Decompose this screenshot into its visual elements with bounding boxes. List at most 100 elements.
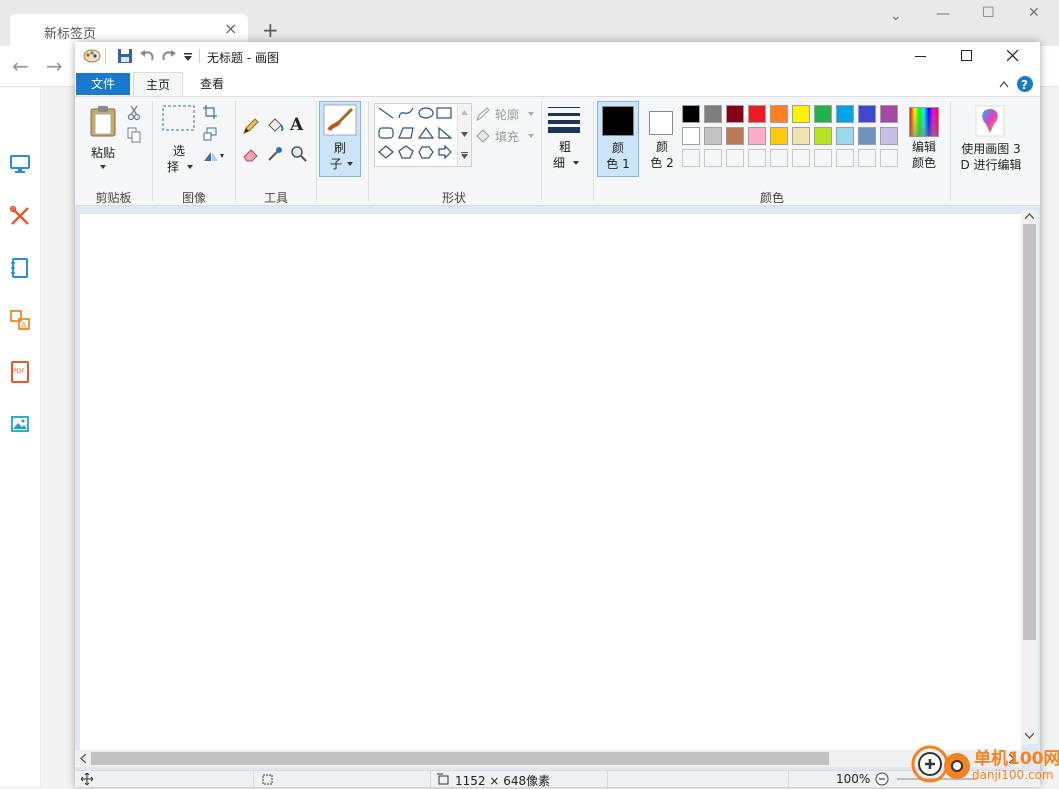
palette-color-swatch[interactable] (858, 105, 876, 123)
palette-color-swatch[interactable] (682, 105, 700, 123)
paint-maximize-button[interactable] (961, 50, 973, 62)
horizontal-scroll-thumb[interactable] (91, 752, 829, 765)
forward-button[interactable]: → (46, 54, 63, 78)
new-tab-button[interactable]: + (262, 18, 279, 42)
colors-group-label: 颜色 (759, 191, 784, 205)
pencil-icon[interactable] (242, 117, 260, 135)
palette-custom-slot[interactable] (726, 149, 744, 167)
palette-custom-slot[interactable] (792, 149, 810, 167)
customize-quick-access-icon[interactable] (183, 52, 193, 62)
color1-button[interactable]: 颜 色 1 (597, 101, 639, 177)
palette-custom-slot[interactable] (880, 149, 898, 167)
copy-icon[interactable] (127, 127, 141, 143)
horizontal-scrollbar[interactable] (75, 750, 1021, 767)
tab-close-button[interactable]: × (224, 19, 237, 38)
shapes-gallery-scrollbar[interactable] (457, 104, 471, 166)
fill-bucket-icon[interactable] (266, 117, 284, 135)
rotate-icon[interactable] (203, 149, 225, 163)
palette-color-swatch[interactable] (770, 127, 788, 145)
shapes-gallery[interactable] (374, 103, 472, 167)
tools-icon[interactable] (9, 205, 31, 227)
palette-color-swatch[interactable] (748, 105, 766, 123)
edit-with-paint3d-button[interactable]: 使用画图 3 D 进行编辑 (952, 103, 1030, 179)
palette-custom-slot[interactable] (748, 149, 766, 167)
browser-close-button[interactable]: ✕ (1028, 5, 1040, 21)
status-divider (788, 771, 789, 787)
help-icon[interactable]: ? (1016, 75, 1034, 93)
paste-button[interactable]: 粘贴 (83, 103, 123, 175)
palette-color-swatch[interactable] (704, 105, 722, 123)
paint3d-icon (975, 105, 1005, 137)
text-tool-button[interactable]: A (290, 115, 303, 135)
cursor-position-icon (81, 773, 93, 785)
palette-custom-slot[interactable] (836, 149, 854, 167)
tab-home[interactable]: 主页 (133, 72, 183, 96)
palette-custom-slot[interactable] (682, 149, 700, 167)
palette-color-swatch[interactable] (770, 105, 788, 123)
save-icon[interactable] (117, 48, 133, 64)
vertical-scrollbar[interactable] (1021, 210, 1038, 744)
palette-color-swatch[interactable] (858, 127, 876, 145)
eraser-icon[interactable] (242, 145, 260, 163)
palette-color-swatch[interactable] (836, 127, 854, 145)
monitor-icon[interactable] (9, 153, 31, 175)
scroll-left-icon[interactable] (80, 754, 86, 763)
scroll-down-icon[interactable] (1025, 733, 1034, 739)
paint-close-button[interactable] (1007, 50, 1019, 62)
resize-icon[interactable] (203, 127, 217, 141)
palette-color-swatch[interactable] (792, 105, 810, 123)
palette-color-swatch[interactable] (814, 127, 832, 145)
palette-color-swatch[interactable] (792, 127, 810, 145)
palette-color-swatch[interactable] (726, 127, 744, 145)
minimize-ribbon-icon[interactable] (999, 80, 1009, 88)
palette-custom-slot[interactable] (770, 149, 788, 167)
edit-colors-label-line1: 编辑 (911, 140, 936, 154)
zoom-out-button[interactable] (875, 772, 889, 786)
palette-custom-slot[interactable] (858, 149, 876, 167)
paint-minimize-button[interactable] (915, 50, 927, 62)
browser-maximize-button[interactable]: ☐ (982, 5, 995, 21)
drawing-canvas[interactable] (80, 214, 1021, 752)
crop-icon[interactable] (203, 105, 217, 119)
edit-colors-button[interactable]: 编辑 颜色 (904, 103, 944, 175)
palette-color-swatch[interactable] (682, 127, 700, 145)
palette-color-swatch[interactable] (880, 127, 898, 145)
browser-sidebar: A PDF (0, 87, 41, 786)
vertical-scroll-thumb[interactable] (1023, 224, 1036, 640)
undo-icon[interactable] (139, 48, 155, 64)
palette-color-swatch[interactable] (814, 105, 832, 123)
image-group-label: 图像 (181, 191, 206, 205)
tab-file[interactable]: 文件 (76, 73, 130, 95)
palette-color-swatch[interactable] (748, 127, 766, 145)
color-picker-icon[interactable] (266, 145, 284, 163)
rainbow-icon (909, 107, 939, 137)
magnifier-icon[interactable] (290, 145, 308, 163)
palette-custom-slot[interactable] (704, 149, 722, 167)
ribbon-home: 粘贴 剪贴板 选 择 图像 A 工具 刷 子 轮廓 填充 形状 粗 细 颜 色 … (75, 96, 1040, 206)
outline-button[interactable]: 轮廓 (475, 105, 535, 123)
translate-icon[interactable]: A (9, 309, 31, 331)
paint-app-icon (83, 49, 101, 63)
browser-minimize-button[interactable]: — (936, 6, 950, 22)
pdf-icon[interactable]: PDF (11, 361, 29, 383)
color2-button[interactable]: 颜 色 2 (642, 101, 682, 177)
image-group: 选 择 图像 (153, 97, 235, 207)
palette-custom-slot[interactable] (814, 149, 832, 167)
cut-icon[interactable] (127, 105, 141, 121)
scroll-up-icon[interactable] (1025, 213, 1034, 219)
watermark-text: 单机100网 (974, 749, 1059, 769)
palette-color-swatch[interactable] (880, 105, 898, 123)
size-button[interactable]: 粗 细 (545, 103, 585, 175)
image-icon[interactable] (9, 413, 31, 435)
tab-view[interactable]: 查看 (187, 72, 237, 96)
fill-button[interactable]: 填充 (475, 127, 535, 145)
palette-color-swatch[interactable] (704, 127, 722, 145)
select-button[interactable]: 选 择 (159, 103, 199, 175)
brushes-button[interactable]: 刷 子 (319, 101, 361, 177)
palette-color-swatch[interactable] (726, 105, 744, 123)
tab-list-dropdown[interactable]: ⌄ (890, 8, 902, 24)
redo-icon[interactable] (161, 48, 177, 64)
notebook-icon[interactable] (9, 257, 31, 279)
palette-color-swatch[interactable] (836, 105, 854, 123)
back-button[interactable]: ← (12, 54, 29, 78)
